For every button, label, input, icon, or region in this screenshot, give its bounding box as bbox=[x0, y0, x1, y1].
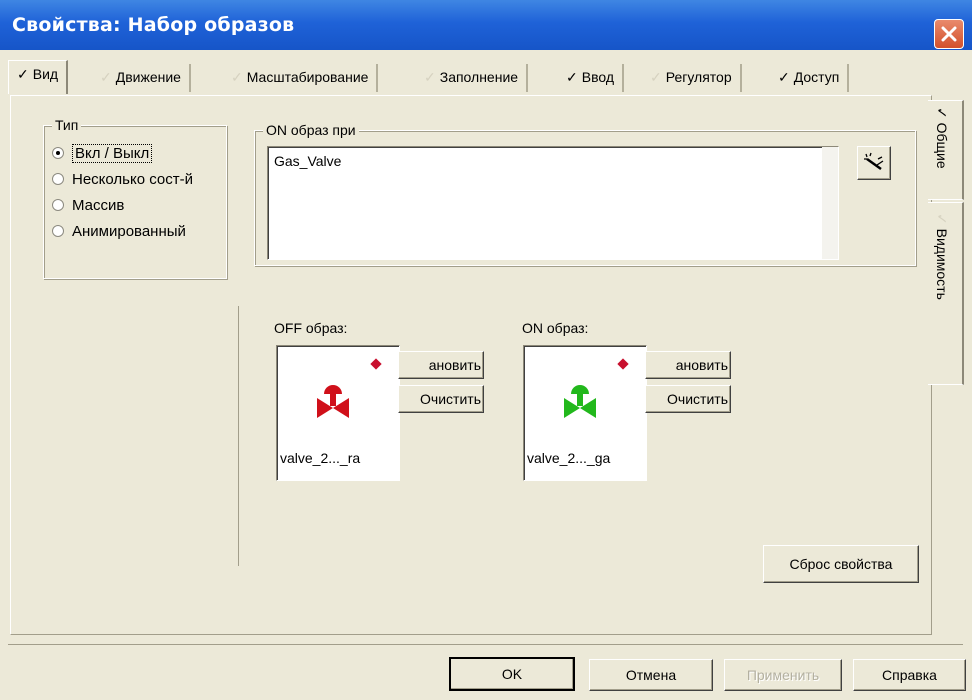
marker-icon bbox=[370, 358, 382, 370]
reset-properties-button[interactable]: Сброс свойства bbox=[763, 545, 919, 583]
on-image-preview[interactable]: valve_2..._ga bbox=[523, 345, 647, 481]
on-condition-title: ON образ при bbox=[263, 122, 359, 138]
marker-icon bbox=[617, 358, 629, 370]
on-set-button[interactable]: ановить bbox=[645, 351, 731, 379]
side-tab-label: ✓ Общие bbox=[934, 107, 950, 169]
tab-label: Вид bbox=[32, 66, 59, 82]
ok-button[interactable]: OK bbox=[449, 657, 575, 691]
cancel-button[interactable]: Отмена bbox=[589, 659, 713, 691]
properties-dialog: Свойства: Набор образов ✓ Вид ✓ Движение ✓… bbox=[0, 0, 972, 700]
close-icon bbox=[941, 26, 957, 42]
tab-label: Масштабирование bbox=[246, 69, 369, 85]
unchecked-icon: ✓ bbox=[934, 213, 950, 225]
tab-access[interactable]: ✓ Доступ bbox=[770, 64, 850, 92]
on-clear-button[interactable]: Очистить bbox=[645, 385, 731, 413]
check-icon: ✓ bbox=[566, 69, 578, 85]
radio-label: Анимированный bbox=[72, 223, 186, 240]
scrollbar[interactable] bbox=[822, 147, 838, 259]
radio-icon[interactable] bbox=[52, 225, 64, 237]
tab-strip: ✓ Вид ✓ Движение ✓ Масштабирование ✓ Заполне… bbox=[8, 60, 928, 94]
tab-label: Регулятор bbox=[665, 69, 732, 85]
radio-array[interactable]: Массив bbox=[52, 197, 124, 217]
off-clear-button[interactable]: Очистить bbox=[398, 385, 484, 413]
help-button[interactable]: Справка bbox=[853, 659, 966, 691]
radio-multi-state[interactable]: Несколько сост-й bbox=[52, 171, 193, 191]
off-image-preview[interactable]: valve_2..._ra bbox=[276, 345, 400, 481]
tab-movement[interactable]: ✓ Движение bbox=[92, 64, 191, 92]
unchecked-icon: ✓ bbox=[650, 69, 662, 85]
tab-regulator[interactable]: ✓ Регулятор bbox=[642, 64, 742, 92]
on-image-condition-group: ON образ при Gas_Valve bbox=[254, 122, 916, 266]
on-condition-expression[interactable]: Gas_Valve bbox=[267, 146, 839, 260]
side-tab-general[interactable]: ✓ Общие bbox=[928, 100, 964, 200]
wand-icon bbox=[864, 152, 884, 171]
apply-button[interactable]: Применить bbox=[724, 659, 842, 691]
tab-scaling[interactable]: ✓ Масштабирование bbox=[223, 64, 379, 92]
radio-icon[interactable] bbox=[52, 199, 64, 211]
radio-label: Несколько сост-й bbox=[72, 171, 193, 188]
radio-on-off[interactable]: Вкл / Выкл bbox=[52, 144, 153, 165]
off-set-button[interactable]: ановить bbox=[398, 351, 484, 379]
tab-fill[interactable]: ✓ Заполнение bbox=[416, 64, 529, 92]
valve-off-icon bbox=[317, 385, 349, 418]
off-image-name: valve_2..._ra bbox=[280, 450, 361, 466]
off-image-label: OFF образ: bbox=[274, 320, 348, 336]
unchecked-icon: ✓ bbox=[424, 69, 436, 85]
on-image-name: valve_2..._ga bbox=[527, 450, 611, 466]
radio-selected-icon[interactable] bbox=[52, 147, 64, 159]
radio-label: Вкл / Выкл bbox=[72, 144, 153, 163]
dialog-body: ✓ Вид ✓ Движение ✓ Масштабирование ✓ Заполне… bbox=[0, 50, 972, 700]
tab-page-view: Тип Вкл / Выкл Несколько сост-й Массив А… bbox=[10, 95, 932, 635]
radio-icon[interactable] bbox=[52, 173, 64, 185]
expression-text: Gas_Valve bbox=[274, 153, 342, 169]
close-button[interactable] bbox=[934, 19, 964, 49]
tab-label: Доступ bbox=[793, 69, 840, 85]
side-tab-label: ✓ Видимость bbox=[934, 213, 950, 300]
type-group: Тип Вкл / Выкл Несколько сост-й Массив А… bbox=[43, 117, 227, 279]
window-title: Свойства: Набор образов bbox=[12, 14, 295, 36]
footer-separator bbox=[8, 644, 963, 645]
check-icon: ✓ bbox=[778, 69, 790, 85]
title-bar[interactable]: Свойства: Набор образов bbox=[0, 0, 972, 50]
side-tab-visibility[interactable]: ✓ Видимость bbox=[928, 202, 964, 385]
side-tab-strip: ✓ Общие ✓ Видимость bbox=[928, 100, 972, 400]
radio-label: Массив bbox=[72, 197, 125, 214]
on-image-label: ON образ: bbox=[522, 320, 589, 336]
tab-label: Заполнение bbox=[439, 69, 519, 85]
tab-view[interactable]: ✓ Вид bbox=[8, 60, 69, 94]
divider bbox=[238, 306, 239, 566]
unchecked-icon: ✓ bbox=[100, 69, 112, 85]
valve-on-icon bbox=[564, 385, 596, 418]
expression-wizard-button[interactable] bbox=[857, 146, 891, 180]
tab-label: Движение bbox=[115, 69, 181, 85]
check-icon: ✓ bbox=[934, 107, 950, 119]
tab-label: Ввод bbox=[581, 69, 614, 85]
tab-input[interactable]: ✓ Ввод bbox=[558, 64, 624, 92]
type-group-title: Тип bbox=[52, 117, 82, 133]
check-icon: ✓ bbox=[17, 66, 29, 82]
unchecked-icon: ✓ bbox=[231, 69, 243, 85]
radio-animated[interactable]: Анимированный bbox=[52, 223, 186, 243]
